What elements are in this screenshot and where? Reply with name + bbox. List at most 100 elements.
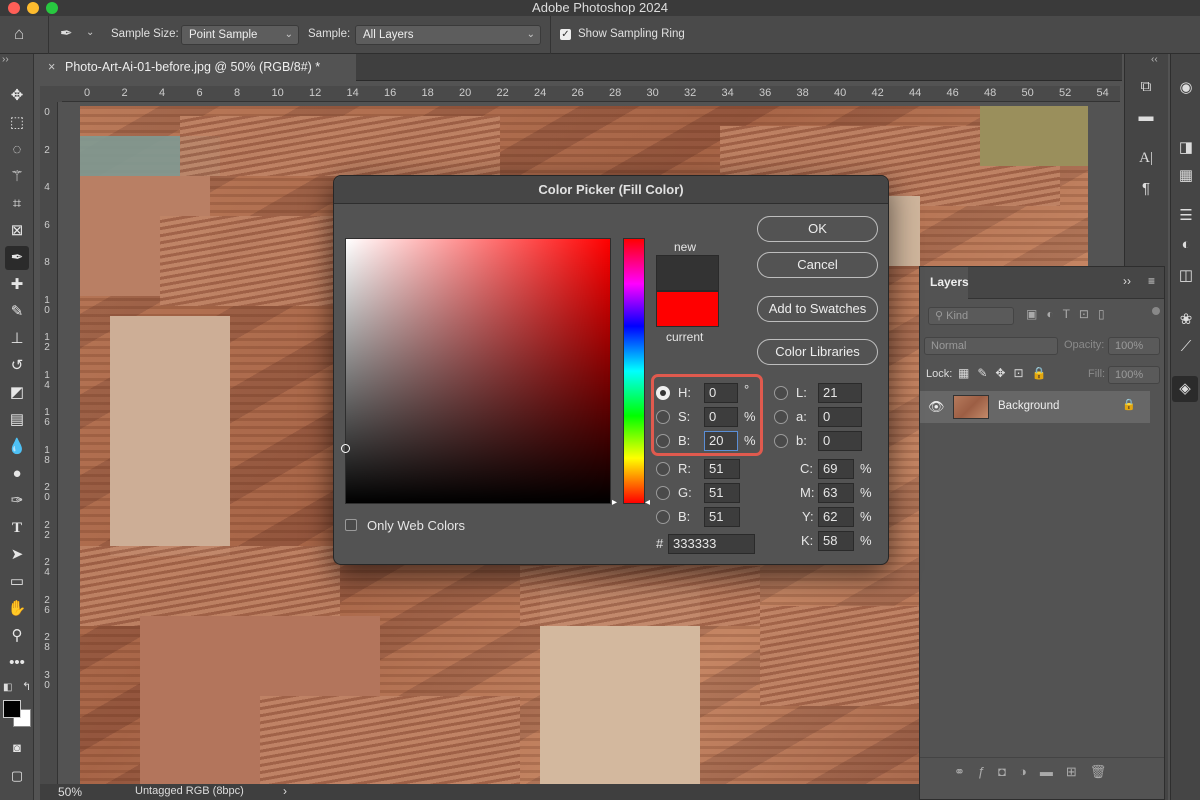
zoom-level[interactable]: 50% [58,785,82,799]
path-selection-tool-icon[interactable]: ➤ [5,543,29,567]
hue-input[interactable]: 0 [704,383,738,403]
cancel-button[interactable]: Cancel [757,252,878,278]
gradient-tool-icon[interactable]: ▤ [5,408,29,432]
foreground-color-swatch[interactable] [3,700,21,718]
red-radio[interactable] [656,462,670,476]
patterns-panel-icon[interactable]: ▦ [1173,166,1199,184]
crop-tool-icon[interactable]: ⌗ [5,192,29,216]
close-tab-icon[interactable]: × [48,54,55,81]
comments-panel-icon[interactable]: ▬ [1133,108,1159,125]
layer-row[interactable]: 👁 Background 🔒 [920,391,1150,423]
eraser-tool-icon[interactable]: ◩ [5,381,29,405]
lightness-input[interactable]: 21 [818,383,862,403]
kind-filter-select[interactable]: ⚲ Kind [928,307,1014,325]
magenta-input[interactable]: 63 [818,483,854,503]
move-tool-icon[interactable]: ✥ [5,84,29,108]
green-input[interactable]: 51 [704,483,740,503]
yellow-input[interactable]: 62 [818,507,854,527]
a-input[interactable]: 0 [818,407,862,427]
eye-icon[interactable]: 👁 [928,399,945,415]
filter-toggle-icon[interactable] [1152,307,1160,315]
b-input[interactable]: 0 [818,431,862,451]
history-brush-tool-icon[interactable]: ↺ [5,354,29,378]
lasso-tool-icon[interactable]: ◌ [5,138,29,162]
adjustments-panel-icon[interactable]: ◐ [1173,236,1199,253]
dodge-tool-icon[interactable]: ● [5,462,29,486]
black-input[interactable]: 58 [818,531,854,551]
properties-panel-icon[interactable]: ☰ [1173,206,1199,224]
eyedropper-tool-icon[interactable]: ✒ [5,246,29,270]
color-panel-icon[interactable]: ◉ [1173,78,1199,96]
rectangle-tool-icon[interactable]: ▭ [5,570,29,594]
hue-radio[interactable] [656,386,670,400]
brightness-input[interactable]: 20 [704,431,738,451]
zoom-window-button[interactable] [46,2,58,14]
red-input[interactable]: 51 [704,459,740,479]
ok-button[interactable]: OK [757,216,878,242]
quick-mask-icon[interactable]: ◙ [5,736,29,760]
collapse-dock-icon[interactable]: ‹‹ [1151,54,1158,65]
swap-colors-icon[interactable]: ↰ [22,680,31,693]
healing-brush-tool-icon[interactable]: ✚ [5,273,29,297]
hex-input[interactable]: 333333 [668,534,755,554]
magic-wand-tool-icon[interactable]: ⚚ [5,165,29,189]
hand-tool-icon[interactable]: ✋ [5,597,29,621]
layers-panel-icon[interactable]: ◈ [1172,376,1198,402]
sample-size-select[interactable]: Point Sample ⌄ [181,25,299,45]
layers-tab[interactable]: Layers [920,267,969,299]
hue-slider[interactable] [623,238,645,504]
color-field-cursor[interactable] [341,444,350,453]
saturation-input[interactable]: 0 [704,407,738,427]
libraries-panel-icon[interactable]: ◫ [1173,266,1199,284]
layer-filter-icons[interactable]: ▣◐T⊡▯ [1026,307,1114,321]
opacity-input[interactable]: 100% [1108,337,1160,355]
default-colors-icon[interactable]: ◧ [3,682,12,693]
channels-panel-icon[interactable]: ❀ [1173,310,1199,328]
home-icon[interactable]: ⌂ [14,24,24,44]
frame-tool-icon[interactable]: ⊠ [5,219,29,243]
layer-name[interactable]: Background [998,400,1059,412]
minimize-window-button[interactable] [27,2,39,14]
close-window-button[interactable] [8,2,20,14]
current-color-swatch[interactable] [656,291,719,327]
document-tab[interactable]: × Photo-Art-Ai-01-before.jpg @ 50% (RGB/… [40,54,356,81]
color-libraries-button[interactable]: Color Libraries [757,339,878,365]
paths-panel-icon[interactable]: ⟋ [1173,338,1199,355]
brush-tool-icon[interactable]: ✎ [5,300,29,324]
fill-input[interactable]: 100% [1108,366,1160,384]
layer-actions-icons[interactable]: ⚭ƒ◘◑▬⊞🗑 [954,764,1119,780]
paragraph-panel-icon[interactable]: ¶ [1133,180,1159,197]
blur-tool-icon[interactable]: 💧 [5,435,29,459]
hue-slider-right-handle[interactable]: ◂ [645,497,650,508]
marquee-tool-icon[interactable]: ⬚ [5,111,29,135]
character-panel-icon[interactable]: A| [1133,150,1159,167]
zoom-tool-icon[interactable]: ⚲ [5,624,29,648]
type-tool-icon[interactable]: T [5,516,29,540]
pen-tool-icon[interactable]: ✑ [5,489,29,513]
green-radio[interactable] [656,486,670,500]
eyedropper-tool-preset-icon[interactable]: ✒ [60,24,73,42]
screen-mode-icon[interactable]: ▢ [5,764,29,788]
add-to-swatches-button[interactable]: Add to Swatches [757,296,878,322]
hue-slider-left-handle[interactable]: ▸ [612,497,617,508]
a-radio[interactable] [774,410,788,424]
more-tools-icon[interactable]: ••• [5,651,29,675]
blue-radio[interactable] [656,510,670,524]
color-field[interactable] [341,238,611,504]
cyan-input[interactable]: 69 [818,459,854,479]
blue-input[interactable]: 51 [704,507,740,527]
b-radio[interactable] [774,434,788,448]
lightness-radio[interactable] [774,386,788,400]
swatches-panel-icon[interactable]: ◨ [1173,138,1199,156]
chevron-down-icon[interactable]: ⌄ [86,27,94,38]
show-sampling-ring-checkbox[interactable]: ✓ [560,29,571,40]
blend-mode-select[interactable]: Normal [924,337,1058,355]
status-menu-arrow[interactable]: › [283,784,287,798]
panel-menu-icon[interactable]: ≡ [1148,274,1155,288]
collapse-panel-icon[interactable]: ›› [1123,274,1131,288]
lock-options-icons[interactable]: ▦✎✥⊡🔒 [958,366,1054,380]
expand-panel-icon[interactable]: ›› [2,54,9,65]
sample-select[interactable]: All Layers ⌄ [355,25,541,45]
brightness-radio[interactable] [656,434,670,448]
saturation-radio[interactable] [656,410,670,424]
